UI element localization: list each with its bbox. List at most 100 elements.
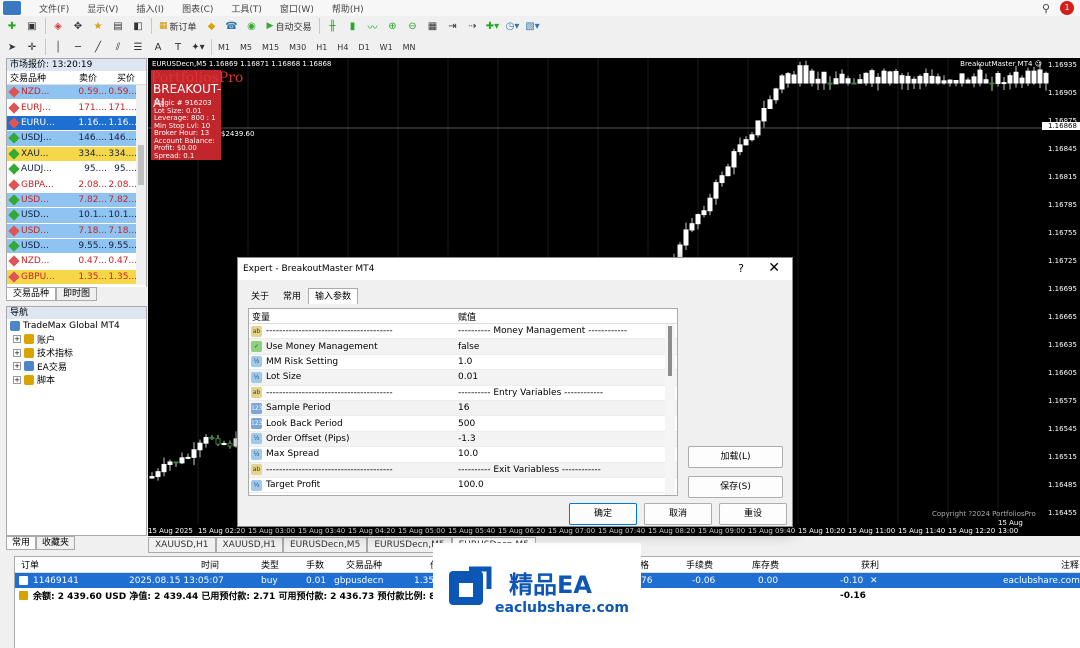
col-comment[interactable]: 注释: [1061, 558, 1079, 571]
tab-common[interactable]: 常用: [276, 288, 308, 304]
col-commission[interactable]: 手续费: [686, 558, 713, 571]
chat-icon[interactable]: ☎: [224, 18, 240, 34]
label-icon[interactable]: T: [170, 39, 186, 55]
market-watch-row[interactable]: GBPU... 1.35... 1.35...: [7, 269, 146, 286]
chart-tab[interactable]: XAUUSD,H1: [215, 537, 283, 553]
inputs-scrollbar[interactable]: [665, 324, 675, 495]
market-watch-row[interactable]: GBPA... 2.08... 2.08...: [7, 177, 146, 193]
help-button[interactable]: ?: [738, 262, 744, 275]
close-order-icon[interactable]: ✕: [870, 576, 878, 586]
input-parameter-row[interactable]: ½ Order Offset (Pips) -1.3: [249, 431, 677, 448]
parameter-value[interactable]: ---------- Entry Variables ------------: [449, 388, 657, 398]
expand-icon[interactable]: +: [13, 335, 21, 344]
col-order[interactable]: 订单: [21, 558, 39, 571]
trendline-icon[interactable]: ╱: [90, 39, 106, 55]
input-parameter-row[interactable]: ½ MM Risk Setting 1.0: [249, 355, 677, 371]
close-icon[interactable]: ✕: [768, 260, 780, 276]
col-bid[interactable]: 卖价: [67, 71, 97, 84]
input-parameter-row[interactable]: ab --------------------------------------…: [249, 462, 677, 478]
navigator-item-experts[interactable]: + EA交易: [7, 360, 146, 374]
metaeditor-icon[interactable]: ◆: [204, 18, 220, 34]
expand-icon[interactable]: +: [13, 362, 21, 371]
expand-icon[interactable]: +: [13, 375, 21, 384]
tab-symbols[interactable]: 交易品种: [6, 287, 57, 301]
parameter-value[interactable]: ---------- Money Management ------------: [449, 326, 657, 336]
tab-common[interactable]: 常用: [6, 536, 37, 550]
parameter-value[interactable]: 0.01: [449, 372, 657, 382]
templates-icon[interactable]: ▧▾: [524, 18, 540, 34]
chart-shift-icon[interactable]: ⇥: [444, 18, 460, 34]
parameter-value[interactable]: 100.0: [449, 480, 657, 490]
crosshair-icon[interactable]: ✛: [24, 39, 40, 55]
timeframe-m15[interactable]: M15: [258, 40, 283, 55]
periods-icon[interactable]: ◷▾: [504, 18, 520, 34]
auto-trading-button[interactable]: ▶ 自动交易: [264, 18, 315, 34]
profiles-icon[interactable]: ▣: [24, 18, 40, 34]
strategy-tester-icon[interactable]: ◧: [130, 18, 146, 34]
channel-icon[interactable]: ⫽: [110, 39, 126, 55]
market-watch-row[interactable]: NZD... 0.59... 0.59...: [7, 85, 146, 101]
menu-tools[interactable]: 工具(T): [231, 2, 262, 15]
timeframe-w1[interactable]: W1: [376, 40, 397, 55]
ok-button[interactable]: 确定: [569, 503, 637, 525]
autoscroll-icon[interactable]: ⇢: [464, 18, 480, 34]
parameter-value[interactable]: 1.0: [449, 357, 657, 367]
parameter-value[interactable]: false: [449, 342, 657, 352]
navigator-icon[interactable]: ★: [90, 18, 106, 34]
market-watch-row[interactable]: USD... 7.18... 7.18...: [7, 223, 146, 239]
input-parameter-row[interactable]: ✓ Use Money Management false: [249, 339, 677, 355]
cursor-icon[interactable]: ➤: [4, 39, 20, 55]
market-watch-row[interactable]: USD... 7.82... 7.82...: [7, 192, 146, 209]
timeframe-m5[interactable]: M5: [236, 40, 256, 55]
new-chart-icon[interactable]: ✚: [4, 18, 20, 34]
horizontal-line-icon[interactable]: ─: [70, 39, 86, 55]
notification-badge[interactable]: 1: [1060, 1, 1074, 15]
timeframe-m1[interactable]: M1: [214, 40, 234, 55]
col-profit[interactable]: 获利: [861, 558, 879, 571]
navigator-item-scripts[interactable]: + 脚本: [7, 373, 146, 387]
timeframe-h4[interactable]: H4: [333, 40, 352, 55]
arrows-icon[interactable]: ✦▾: [190, 39, 206, 55]
bar-chart-icon[interactable]: ╫: [324, 18, 340, 34]
col-time[interactable]: 时间: [201, 558, 219, 571]
candlestick-icon[interactable]: ▮: [344, 18, 360, 34]
parameter-value[interactable]: 16: [449, 403, 657, 413]
timeframe-d1[interactable]: D1: [354, 40, 373, 55]
search-icon[interactable]: ⚲: [1042, 2, 1050, 15]
menu-insert[interactable]: 插入(I): [136, 2, 164, 15]
market-watch-row[interactable]: USDJ... 146.... 146....: [7, 131, 146, 147]
input-parameter-row[interactable]: ab --------------------------------------…: [249, 324, 677, 340]
vertical-line-icon[interactable]: │: [50, 39, 66, 55]
market-watch-icon[interactable]: ◈: [50, 18, 66, 34]
parameter-value[interactable]: ---------- Exit Variabless ------------: [449, 465, 657, 475]
expand-icon[interactable]: +: [13, 348, 21, 357]
market-watch-row[interactable]: EURJ... 171.... 171....: [7, 100, 146, 116]
load-button[interactable]: 加载(L): [688, 446, 783, 468]
market-watch-row[interactable]: NZD... 0.47... 0.47...: [7, 254, 146, 270]
parameter-value[interactable]: -1.3: [449, 434, 657, 444]
tab-about[interactable]: 关于: [244, 288, 276, 304]
col-symbol[interactable]: 交易品种: [346, 558, 382, 571]
menu-view[interactable]: 显示(V): [87, 2, 118, 15]
col-value[interactable]: 赋值: [449, 310, 657, 323]
dialog-titlebar[interactable]: Expert - BreakoutMaster MT4 ? ✕: [238, 258, 792, 280]
menu-chart[interactable]: 图表(C): [182, 2, 213, 15]
navigator-item-accounts[interactable]: + 账户: [7, 333, 146, 347]
navigator-item-indicators[interactable]: + 技术指标: [7, 346, 146, 360]
line-chart-icon[interactable]: 〰: [364, 18, 380, 34]
chart-tab[interactable]: EURUSDecn,M5: [283, 537, 368, 553]
new-order-button[interactable]: ▦ 新订单: [156, 18, 200, 34]
terminal-icon[interactable]: ▤: [110, 18, 126, 34]
col-swap[interactable]: 库存费: [752, 558, 779, 571]
cancel-button[interactable]: 取消: [644, 503, 712, 525]
timeframe-mn[interactable]: MN: [399, 40, 420, 55]
tab-tick-chart[interactable]: 即时图: [56, 287, 98, 301]
input-parameter-row[interactable]: ab --------------------------------------…: [249, 386, 677, 401]
market-watch-row[interactable]: USD... 10.1... 10.1...: [7, 208, 146, 224]
col-variable[interactable]: 变量: [249, 310, 449, 323]
input-parameter-row[interactable]: 123 Sample Period 16: [249, 400, 677, 417]
input-parameter-row[interactable]: ½ Max Spread 10.0: [249, 447, 677, 463]
market-watch-row[interactable]: USD... 9.55... 9.55...: [7, 238, 146, 255]
timeframe-h1[interactable]: H1: [312, 40, 331, 55]
reset-button[interactable]: 重设: [719, 503, 787, 525]
